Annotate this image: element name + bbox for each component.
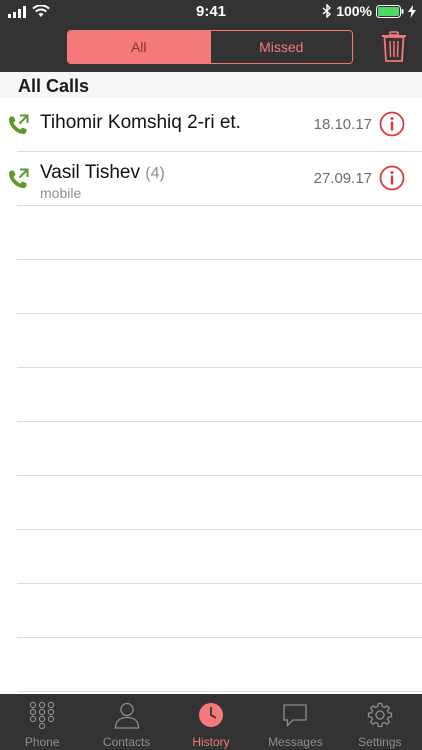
info-icon[interactable] bbox=[379, 165, 405, 191]
call-date: 27.09.17 bbox=[313, 170, 372, 187]
info-icon[interactable] bbox=[379, 111, 405, 137]
call-row[interactable]: Vasil Tishev (4) mobile 27.09.17 bbox=[9, 152, 422, 206]
outgoing-call-icon bbox=[9, 168, 29, 188]
chat-bubble-icon bbox=[283, 704, 308, 728]
tab-settings[interactable]: Settings bbox=[338, 694, 422, 750]
contact-name: Tihomir Komshiq 2-ri et. bbox=[40, 112, 241, 134]
contact-name: Vasil Tishev (4) bbox=[40, 162, 165, 184]
empty-row bbox=[17, 638, 422, 692]
tab-contacts[interactable]: Contacts bbox=[84, 694, 168, 750]
empty-row bbox=[17, 422, 422, 476]
empty-row bbox=[17, 260, 422, 314]
battery-percent: 100% bbox=[336, 3, 372, 19]
call-date: 18.10.17 bbox=[313, 116, 372, 133]
tab-label: History bbox=[192, 735, 230, 749]
contact-name-text: Vasil Tishev bbox=[40, 162, 140, 183]
tab-label: Settings bbox=[358, 735, 402, 749]
filter-all-tab[interactable]: All bbox=[68, 31, 210, 63]
empty-row bbox=[17, 476, 422, 530]
call-history-list: Tihomir Komshiq 2-ri et. 18.10.17 Vasil … bbox=[0, 98, 422, 692]
tab-label: Phone bbox=[24, 735, 60, 749]
filter-missed-tab[interactable]: Missed bbox=[209, 31, 352, 63]
tab-bar: Phone Contacts History Messages Settings bbox=[0, 694, 422, 750]
call-count: (4) bbox=[145, 165, 165, 182]
empty-row bbox=[17, 584, 422, 638]
keypad-icon bbox=[30, 701, 55, 729]
trash-icon[interactable] bbox=[380, 31, 408, 63]
battery-icon bbox=[376, 4, 404, 18]
outgoing-call-icon bbox=[9, 114, 29, 134]
contact-name-text: Tihomir Komshiq 2-ri et. bbox=[40, 112, 241, 133]
clock-icon bbox=[199, 703, 224, 727]
empty-row bbox=[17, 206, 422, 260]
gear-icon bbox=[367, 702, 392, 728]
contacts-icon bbox=[114, 702, 139, 729]
call-row[interactable]: Tihomir Komshiq 2-ri et. 18.10.17 bbox=[9, 98, 422, 152]
phone-type-label: mobile bbox=[40, 185, 82, 201]
empty-row bbox=[17, 530, 422, 584]
section-header: All Calls bbox=[0, 72, 422, 98]
tab-label: Messages bbox=[268, 735, 323, 749]
tab-phone[interactable]: Phone bbox=[0, 694, 84, 750]
section-title: All Calls bbox=[18, 76, 90, 96]
status-bar: 9:41 100% bbox=[0, 0, 422, 24]
bluetooth-icon bbox=[322, 4, 332, 18]
empty-row bbox=[17, 368, 422, 422]
call-filter-segmented-control: All Missed bbox=[67, 30, 353, 64]
tab-label: Contacts bbox=[102, 735, 151, 749]
empty-row bbox=[17, 314, 422, 368]
tab-messages[interactable]: Messages bbox=[253, 694, 337, 750]
status-right: 100% bbox=[322, 3, 416, 19]
tab-history[interactable]: History bbox=[169, 694, 253, 750]
charging-icon bbox=[408, 4, 416, 18]
